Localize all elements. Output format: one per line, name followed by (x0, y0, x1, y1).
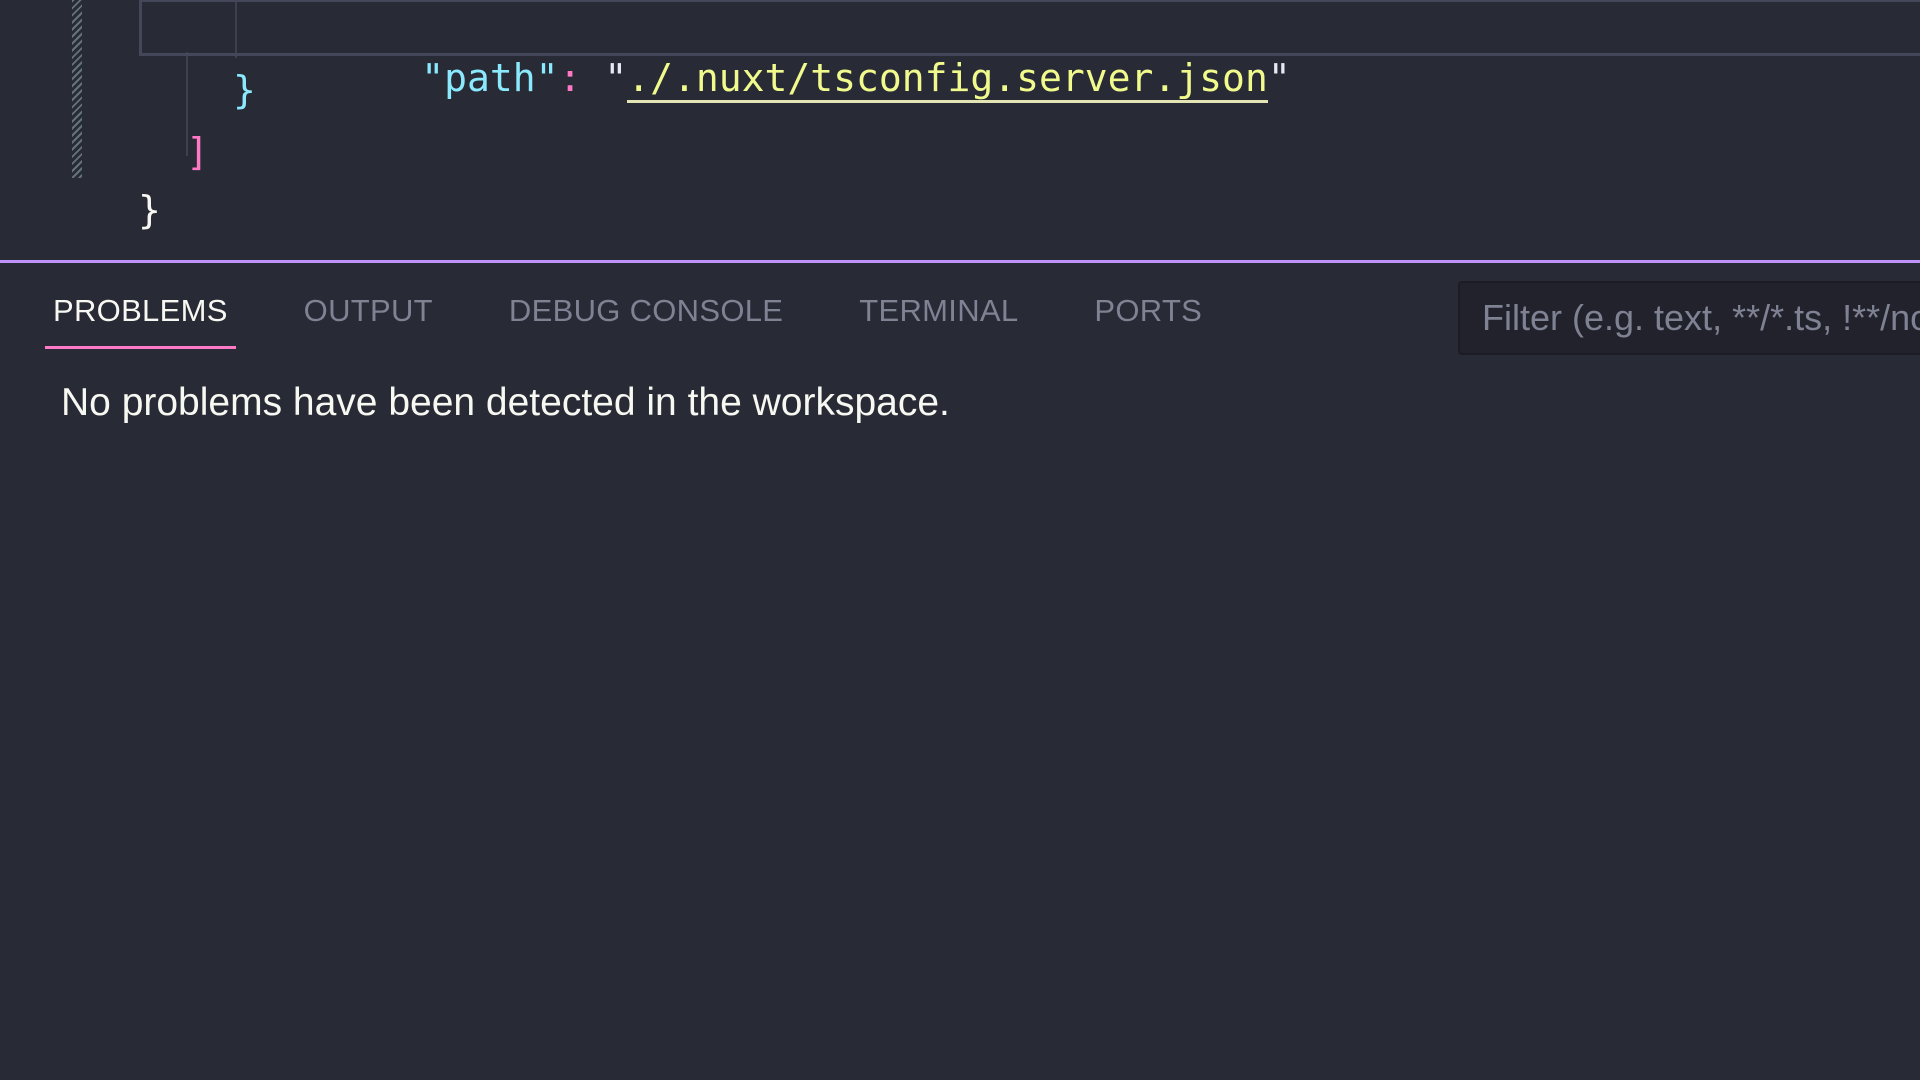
tab-problems[interactable]: PROBLEMS (45, 291, 236, 349)
json-colon: : (558, 56, 582, 100)
tab-output[interactable]: OUTPUT (296, 291, 441, 349)
json-quote: " (604, 56, 628, 100)
gutter-modified-indicator (72, 0, 82, 178)
json-quote: " (1267, 56, 1291, 100)
bottom-panel: PROBLEMS OUTPUT DEBUG CONSOLE TERMINAL P… (0, 263, 1920, 1080)
vscode-window: "path": "./.nuxt/tsconfig.server.json" }… (0, 0, 1920, 1080)
tab-debug-console[interactable]: DEBUG CONSOLE (501, 291, 791, 349)
code-line-close-root[interactable]: } (138, 186, 161, 234)
json-string-link[interactable]: ./.nuxt/tsconfig.server.json (627, 56, 1268, 103)
code-line-path[interactable]: "path": "./.nuxt/tsconfig.server.json" (284, 6, 1291, 150)
code-line-close-object[interactable]: } (233, 66, 256, 114)
panel-tabs: PROBLEMS OUTPUT DEBUG CONSOLE TERMINAL P… (45, 291, 1270, 361)
code-line-close-array[interactable]: ] (186, 128, 209, 176)
no-problems-message: No problems have been detected in the wo… (61, 381, 950, 424)
code-editor[interactable]: "path": "./.nuxt/tsconfig.server.json" }… (0, 0, 1920, 262)
tab-ports[interactable]: PORTS (1086, 291, 1210, 349)
json-key: "path" (421, 56, 559, 100)
tab-terminal[interactable]: TERMINAL (851, 291, 1026, 349)
problems-filter-input[interactable] (1460, 283, 1920, 353)
problems-filter (1458, 281, 1920, 355)
